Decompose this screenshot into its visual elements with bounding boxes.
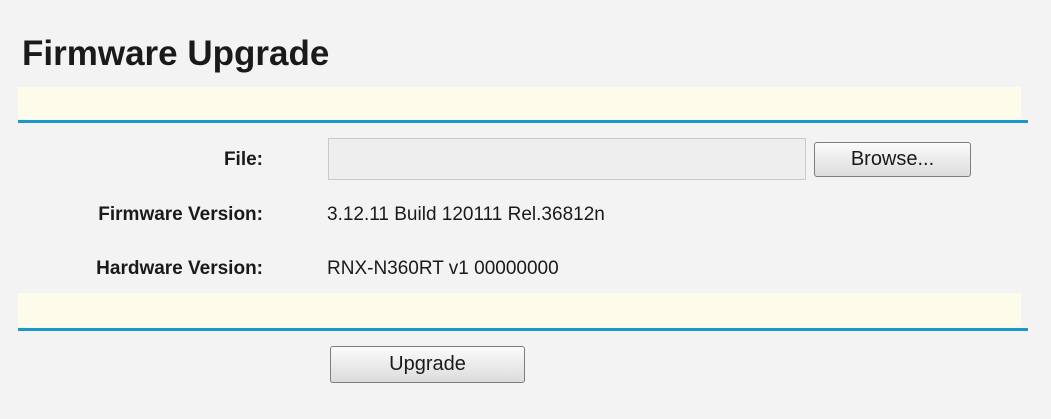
footer-band — [18, 293, 1021, 327]
firmware-version-value: 3.12.11 Build 120111 Rel.36812n — [327, 204, 605, 225]
header-band — [18, 87, 1021, 119]
firmware-version-label: Firmware Version: — [98, 204, 263, 225]
file-path-field[interactable] — [328, 138, 806, 180]
browse-button[interactable]: Browse... — [814, 142, 971, 177]
upgrade-button[interactable]: Upgrade — [330, 346, 525, 383]
file-label: File: — [223, 149, 263, 170]
hardware-version-value: RNX-N360RT v1 00000000 — [327, 258, 559, 279]
header-divider — [18, 120, 1028, 123]
footer-divider — [18, 328, 1028, 331]
page-title: Firmware Upgrade — [22, 34, 330, 73]
hardware-version-label: Hardware Version: — [96, 258, 263, 279]
